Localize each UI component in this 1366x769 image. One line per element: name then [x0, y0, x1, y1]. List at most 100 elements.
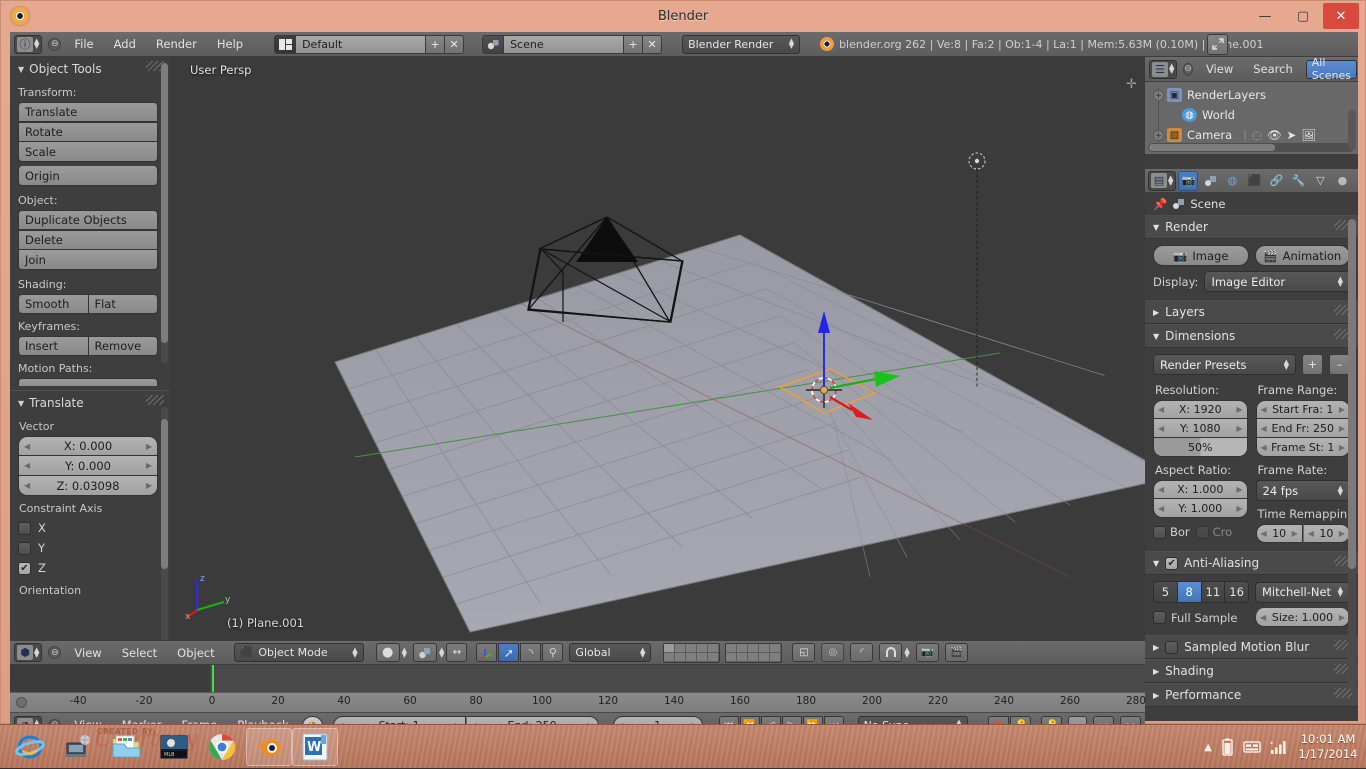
remap-new-field[interactable]: ◀ 10 ▶	[1302, 524, 1350, 543]
delete-button[interactable]: Delete	[18, 230, 158, 250]
resolution-percent-slider[interactable]: 50%	[1153, 438, 1248, 457]
aspect-y-field[interactable]: ◀ Y: 1.000 ▶	[1153, 499, 1248, 518]
lock-object-modes-icon[interactable]: ◱	[792, 643, 816, 662]
collapse-menu-icon[interactable]: ⊖	[48, 37, 62, 51]
editor-type-selector-outliner[interactable]: ☰ ▲ ▼	[1149, 59, 1178, 79]
resolution-y-field[interactable]: ◀ Y: 1080 ▶	[1153, 419, 1248, 438]
tool-panel-scrollbar-top[interactable]	[161, 63, 168, 363]
aa-sample-8[interactable]: 8	[1177, 582, 1202, 602]
right-arrow-icon[interactable]: ▶	[1339, 405, 1345, 414]
flat-button[interactable]: Flat	[88, 294, 158, 314]
layer-cell[interactable]	[686, 652, 698, 662]
editor-type-selector-3dview[interactable]: ⬢ ▲ ▼	[14, 643, 43, 662]
close-button[interactable]: ✕	[1323, 3, 1359, 29]
add-preset-button[interactable]: +	[1302, 354, 1323, 375]
layer-cell[interactable]	[708, 643, 720, 653]
layer-cell[interactable]	[664, 652, 676, 662]
motion-paths-button-partial[interactable]	[18, 378, 158, 386]
scene-add-button[interactable]: +	[624, 34, 644, 54]
aa-sample-5[interactable]: 5	[1154, 582, 1178, 602]
layer-block-left[interactable]	[663, 642, 721, 663]
duplicate-objects-button[interactable]: Duplicate Objects	[18, 210, 158, 230]
border-checkbox-row[interactable]: Bor	[1153, 525, 1190, 539]
section-dimensions-header[interactable]: ▼ Dimensions	[1145, 324, 1358, 348]
show-hidden-icons-icon[interactable]: ▲	[1204, 742, 1212, 753]
manipulator-toggle-icon[interactable]: ↔	[446, 643, 468, 662]
vector-z-field[interactable]: ◀ Z: 0.03098 ▶	[18, 476, 158, 496]
tab-object[interactable]: ⬛	[1244, 171, 1264, 191]
timeline-scrollbar-knob[interactable]	[16, 697, 27, 708]
expand-icon[interactable]: +	[1153, 89, 1164, 101]
layer-cell[interactable]	[748, 643, 760, 653]
translate-button[interactable]: Translate	[18, 102, 158, 122]
aa-samples-segmented[interactable]: 5 8 11 16	[1153, 581, 1249, 603]
render-image-button[interactable]: 📷 Image	[1153, 245, 1249, 266]
viewport-corner-widget-icon[interactable]: ✛	[1126, 77, 1137, 92]
3d-viewport[interactable]: User Persp (1) Plane.001 ✛ z y x	[170, 57, 1145, 640]
checkbox-checked-icon[interactable]: ✔	[18, 561, 31, 575]
smooth-button[interactable]: Smooth	[18, 294, 89, 314]
network-icon[interactable]: *	[1270, 740, 1287, 755]
right-arrow-icon[interactable]: ▶	[1236, 424, 1242, 433]
right-arrow-icon[interactable]: ▶	[1339, 613, 1345, 622]
checkbox-icon[interactable]	[1153, 525, 1166, 539]
layer-cell[interactable]	[748, 652, 760, 662]
render-animation-icon[interactable]: 🎬	[944, 643, 968, 662]
right-arrow-icon[interactable]: ▶	[1236, 504, 1242, 513]
vector-x-field[interactable]: ◀ X: 0.000 ▶	[18, 436, 158, 456]
right-arrow-icon[interactable]: ▶	[1339, 424, 1345, 433]
layer-cell[interactable]	[770, 652, 782, 662]
render-animation-button[interactable]: 🎬 Animation	[1254, 245, 1350, 266]
timeline-ruler[interactable]: -40 -20 0 20 40 60 80 100 120 140 160 18…	[10, 692, 1146, 713]
layer-cell[interactable]	[697, 643, 709, 653]
scene-delete-button[interactable]: ✕	[643, 34, 663, 54]
outliner-tree[interactable]: + ▣ RenderLayers ◍ World + ▨ Camera | ◌ …	[1145, 82, 1358, 154]
scene-field[interactable]: Scene	[504, 34, 625, 54]
section-layers-header[interactable]: ▶ Layers	[1145, 300, 1358, 324]
layer-cell[interactable]	[697, 652, 709, 662]
right-arrow-icon[interactable]: ▶	[1292, 529, 1298, 538]
checkbox-icon[interactable]	[1153, 611, 1166, 624]
outliner-horizontal-scrollbar[interactable]	[1148, 143, 1354, 152]
viewport-shading-dropdown[interactable]: ●	[375, 643, 400, 662]
tab-scene[interactable]	[1200, 171, 1220, 191]
internet-explorer-icon[interactable]	[6, 727, 54, 767]
timeline-playhead[interactable]	[212, 665, 214, 692]
right-arrow-icon[interactable]: ▶	[1236, 485, 1242, 494]
tool-panel-scrollbar-bottom[interactable]	[161, 407, 168, 640]
remove-keyframe-button[interactable]: Remove	[88, 336, 158, 356]
frame-rate-dropdown[interactable]: 24 fps ▲ ▼	[1255, 480, 1350, 501]
blender-icon[interactable]	[246, 727, 292, 766]
aspect-x-field[interactable]: ◀ X: 1.000 ▶	[1153, 480, 1248, 499]
remove-preset-button[interactable]: –	[1329, 354, 1350, 375]
section-sampled-motion-blur-header[interactable]: ▶ Sampled Motion Blur	[1145, 635, 1358, 659]
translate-manipulator-icon[interactable]	[476, 643, 498, 662]
editor-type-selector-info[interactable]: ⓘ ▲ ▼	[14, 34, 43, 54]
right-arrow-icon[interactable]: ▶	[146, 442, 152, 451]
render-image-icon[interactable]: 📷	[915, 643, 939, 662]
scrollbar-thumb[interactable]	[161, 63, 168, 343]
outliner-row-camera[interactable]: + ▨ Camera | ◌ 👁 ➤ 🖼	[1145, 125, 1358, 145]
tab-render[interactable]: 📷	[1178, 170, 1199, 191]
checkbox-icon[interactable]	[1195, 525, 1209, 539]
join-button[interactable]: Join	[18, 250, 158, 270]
checkbox-icon[interactable]	[18, 521, 31, 535]
microsoft-word-icon[interactable]: W	[292, 727, 338, 766]
constraint-axis-z[interactable]: ✔ Z	[10, 558, 170, 578]
rotate-manipulator-icon[interactable]: ◝	[520, 643, 542, 662]
constraint-axis-y[interactable]: Y	[10, 538, 170, 558]
section-render-header[interactable]: ▼ Render	[1145, 215, 1358, 239]
antialiasing-checkbox-icon[interactable]: ✔	[1165, 556, 1179, 570]
layer-cell[interactable]	[759, 652, 771, 662]
resolution-x-field[interactable]: ◀ X: 1920 ▶	[1153, 400, 1248, 419]
restrict-select-icon[interactable]: 👁	[1267, 128, 1282, 142]
aa-filter-dropdown[interactable]: Mitchell-Net ▲ ▼	[1255, 581, 1350, 603]
taskbar-clock[interactable]: 10:01 AM 1/17/2014	[1296, 732, 1360, 762]
network-computer-icon[interactable]	[54, 727, 102, 767]
snap-magnet-icon[interactable]	[879, 643, 903, 662]
scene-layers-widget[interactable]	[663, 642, 783, 663]
scene-icon[interactable]	[482, 34, 505, 54]
layer-cell[interactable]	[708, 652, 720, 662]
section-antialiasing-header[interactable]: ▼ ✔ Anti-Aliasing	[1145, 551, 1358, 575]
collapse-menu-icon[interactable]: ⊖	[48, 646, 62, 659]
